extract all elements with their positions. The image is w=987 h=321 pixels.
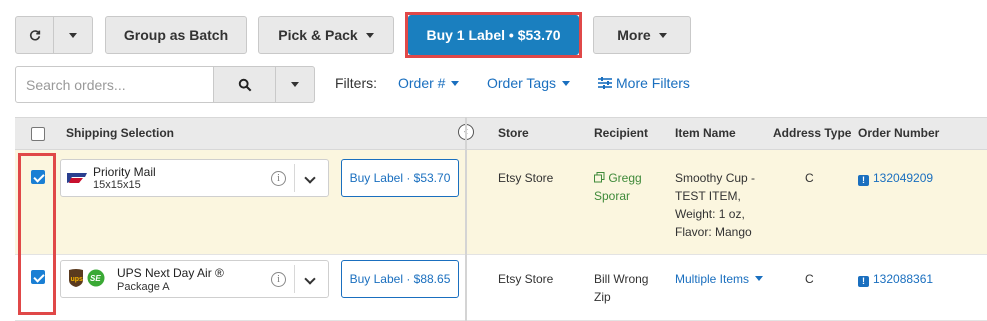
package-name: 15x15x15 <box>93 179 141 191</box>
buy-label-button[interactable]: Buy Label · $88.65 <box>341 260 459 298</box>
caret-down-icon <box>451 80 460 86</box>
caret-down-icon <box>755 276 764 281</box>
filter-order-tags[interactable]: Order Tags <box>487 75 570 91</box>
more-button[interactable]: More <box>593 16 691 54</box>
caret-down-icon <box>365 32 374 38</box>
package-name: Package A <box>117 281 170 293</box>
ups-logo: ups SE <box>69 269 105 287</box>
refresh-dropdown-button[interactable] <box>54 16 93 54</box>
info-icon[interactable]: i <box>271 272 286 287</box>
annotation-highlight-checkboxes <box>18 153 56 315</box>
svg-text:SE: SE <box>90 274 101 283</box>
select-all-checkbox[interactable] <box>31 127 45 141</box>
pick-pack-button[interactable]: Pick & Pack <box>258 16 394 54</box>
search-input[interactable] <box>15 66 214 103</box>
flag-icon: ! <box>858 175 869 186</box>
recipient-cell: Bill Wrong Zip <box>594 272 649 304</box>
separator <box>294 265 295 293</box>
multiple-items-dropdown[interactable]: Multiple Items <box>675 270 764 288</box>
caret-down-icon <box>69 32 77 38</box>
store-cell: Etsy Store <box>498 171 554 185</box>
search-button[interactable] <box>213 66 276 103</box>
header-order-number: Order Number <box>858 126 940 140</box>
caret-down-icon <box>291 82 299 87</box>
flag-icon: ! <box>858 276 869 287</box>
refresh-icon <box>29 30 40 41</box>
service-name: UPS Next Day Air ® <box>117 266 224 280</box>
item-name-cell: Smoothy Cup - TEST ITEM, Weight: 1 oz, F… <box>675 171 756 239</box>
header-store: Store <box>498 126 529 140</box>
filter-order-number[interactable]: Order # <box>398 75 460 91</box>
search-dropdown-button[interactable] <box>275 66 315 103</box>
header-address-type: Address Type <box>773 126 852 140</box>
service-name: Priority Mail <box>93 165 156 179</box>
order-number-link[interactable]: ! 132049209 <box>858 169 933 187</box>
recipient-cell[interactable]: Gregg Sporar <box>594 169 642 205</box>
buy-label-button[interactable]: Buy Label · $53.70 <box>341 159 459 197</box>
order-number-link[interactable]: ! 132088361 <box>858 270 933 288</box>
store-cell: Etsy Store <box>498 272 554 286</box>
buy-labels-button[interactable]: Buy 1 Label • $53.70 <box>408 15 579 55</box>
filters-label: Filters: <box>335 75 377 91</box>
search-icon <box>238 78 251 91</box>
address-type-cell: C <box>805 272 814 286</box>
header-shipping-selection: Shipping Selection <box>66 126 175 140</box>
more-filters-link[interactable]: More Filters <box>598 75 690 91</box>
header-recipient: Recipient <box>594 126 649 140</box>
refresh-button[interactable] <box>15 16 54 54</box>
caret-down-icon <box>658 32 667 38</box>
svg-text:ups: ups <box>71 276 84 283</box>
caret-down-icon <box>562 80 570 86</box>
address-type-cell: C <box>805 171 814 185</box>
usps-logo <box>65 169 89 187</box>
sliders-icon <box>598 77 612 89</box>
copy-icon <box>594 172 605 183</box>
separator <box>294 164 295 192</box>
group-as-batch-button[interactable]: Group as Batch <box>105 16 247 54</box>
column-divider <box>465 117 467 321</box>
info-icon[interactable]: i <box>271 171 286 186</box>
header-item-name: Item Name <box>675 126 736 140</box>
